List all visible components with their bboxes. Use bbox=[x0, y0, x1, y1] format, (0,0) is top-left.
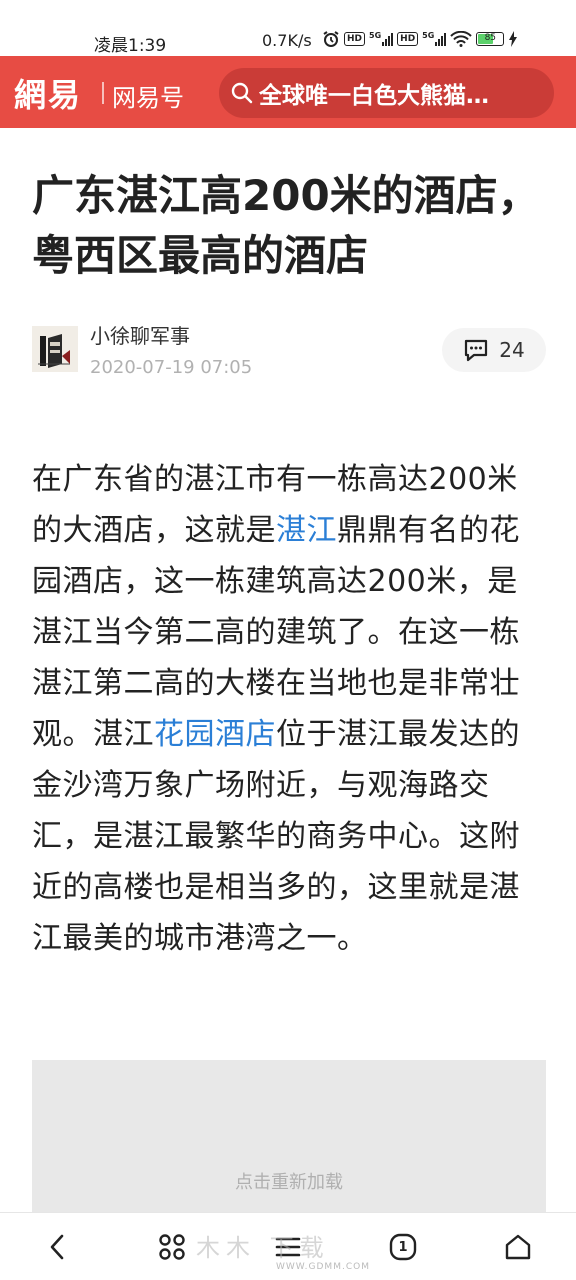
header-divider bbox=[102, 82, 104, 104]
paragraph-text: 位于湛江最发达的金沙湾万象广场附近，与观海路交汇，是湛江最繁华的商务中心。这附近… bbox=[32, 717, 520, 956]
article-paragraph: 在广东省的湛江市有一栋高达200米的大酒店，这就是湛江鼎鼎有名的花园酒店，这一栋… bbox=[32, 454, 548, 964]
search-suggestion: 全球唯一白色大熊猫… bbox=[259, 83, 489, 109]
home-icon bbox=[505, 1234, 531, 1260]
apps-button[interactable] bbox=[152, 1227, 192, 1267]
author-name[interactable]: 小徐聊军事 bbox=[90, 320, 190, 349]
wifi-icon bbox=[450, 31, 473, 47]
comment-button[interactable]: 24 bbox=[442, 328, 546, 372]
alarm-icon bbox=[323, 31, 339, 47]
battery-icon: 85 bbox=[476, 32, 505, 46]
menu-button[interactable] bbox=[268, 1227, 308, 1267]
image-placeholder[interactable]: 点击重新加载 bbox=[32, 1060, 546, 1220]
network-speed: 0.7K/s bbox=[262, 31, 312, 50]
search-icon bbox=[231, 82, 253, 104]
apps-icon bbox=[159, 1234, 185, 1260]
signal-5g-icon: 5G bbox=[369, 32, 394, 46]
status-bar: 凌晨1:39 0.7K/s HD 5G HD 5G 85 bbox=[0, 0, 576, 56]
tab-count: 1 bbox=[398, 1239, 408, 1255]
hd-icon-2: HD bbox=[397, 32, 419, 46]
keyword-link-zhanjiang[interactable]: 湛江 bbox=[276, 513, 337, 548]
search-bar[interactable]: 全球唯一白色大熊猫… bbox=[219, 68, 554, 118]
reload-image-label[interactable]: 点击重新加载 bbox=[32, 1168, 546, 1194]
watermark-url: WWW.GDMM.COM bbox=[276, 1262, 370, 1272]
comment-icon bbox=[465, 339, 488, 362]
app-header: 網易 网易号 全球唯一白色大熊猫… bbox=[0, 56, 576, 128]
back-icon bbox=[50, 1234, 64, 1260]
back-button[interactable] bbox=[38, 1227, 78, 1267]
channel-label[interactable]: 网易号 bbox=[112, 78, 184, 113]
tabs-button[interactable]: 1 bbox=[383, 1227, 423, 1267]
home-button[interactable] bbox=[498, 1227, 538, 1267]
menu-icon bbox=[275, 1237, 301, 1257]
status-icons: HD 5G HD 5G 85 bbox=[322, 30, 518, 48]
comment-count: 24 bbox=[499, 338, 525, 362]
signal-5g-icon-2: 5G bbox=[422, 32, 447, 46]
hd-icon: HD bbox=[344, 32, 366, 46]
status-time: 凌晨1:39 bbox=[94, 36, 167, 56]
keyword-link-garden-hotel[interactable]: 花园酒店 bbox=[154, 717, 276, 752]
netease-logo[interactable]: 網易 bbox=[14, 70, 82, 116]
author-avatar[interactable] bbox=[32, 326, 78, 372]
article-title: 广东湛江高200米的酒店，粤西区最高的酒店 bbox=[32, 171, 540, 280]
charging-icon bbox=[509, 31, 518, 47]
publish-date: 2020-07-19 07:05 bbox=[90, 357, 253, 378]
